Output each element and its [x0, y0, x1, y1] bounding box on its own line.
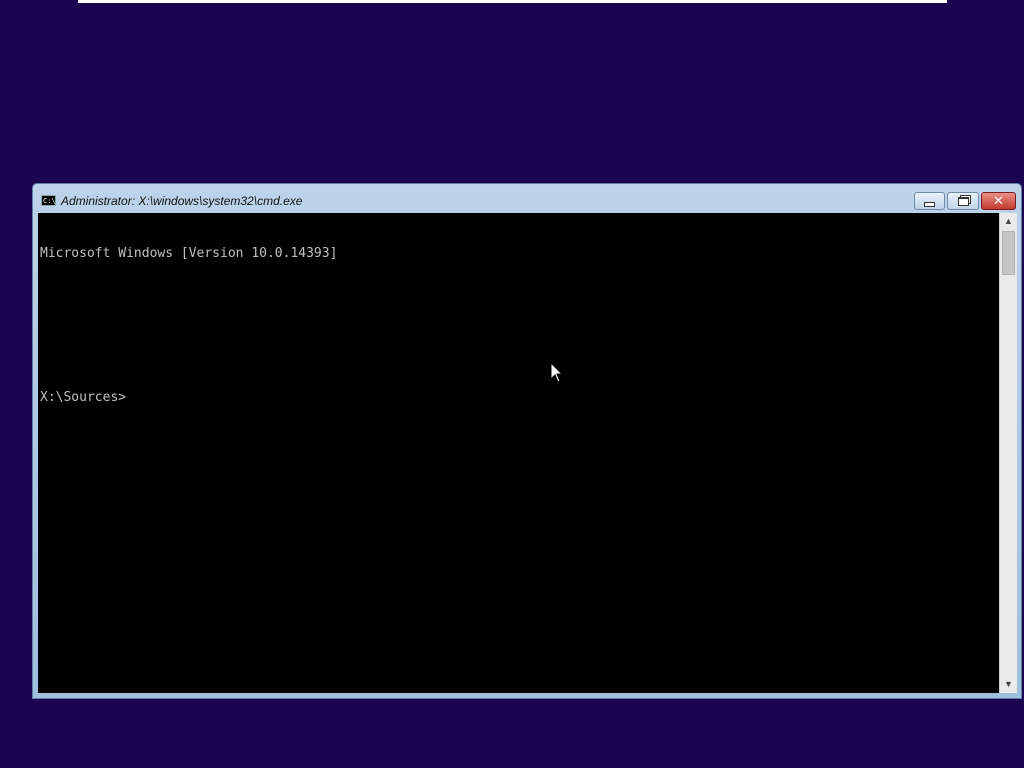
top-edge-bar	[78, 0, 947, 3]
close-button[interactable]: ✕	[981, 192, 1016, 210]
vertical-scrollbar[interactable]: ▲ ▼	[999, 213, 1017, 693]
scroll-thumb[interactable]	[1002, 231, 1015, 275]
title-bar[interactable]: C:\ Administrator: X:\windows\system32\c…	[33, 184, 1021, 213]
minimize-icon	[924, 201, 935, 207]
close-icon: ✕	[993, 193, 1004, 209]
desktop: C:\ Administrator: X:\windows\system32\c…	[0, 0, 1024, 768]
console-line: Microsoft Windows [Version 10.0.14393]	[40, 246, 338, 261]
minimize-button[interactable]	[914, 192, 945, 210]
scroll-up-icon[interactable]: ▲	[1000, 213, 1017, 230]
cmd-window[interactable]: C:\ Administrator: X:\windows\system32\c…	[32, 183, 1022, 699]
command-prompt[interactable]: X:\Sources>	[40, 390, 997, 406]
cmd-icon[interactable]: C:\	[41, 195, 56, 206]
maximize-button[interactable]	[947, 192, 979, 210]
scroll-down-icon[interactable]: ▼	[1000, 676, 1017, 693]
window-title: Administrator: X:\windows\system32\cmd.e…	[61, 194, 303, 208]
mouse-pointer-icon	[550, 362, 564, 383]
console-output[interactable]: Microsoft Windows [Version 10.0.14393] X…	[38, 213, 999, 693]
maximize-icon	[957, 196, 969, 206]
